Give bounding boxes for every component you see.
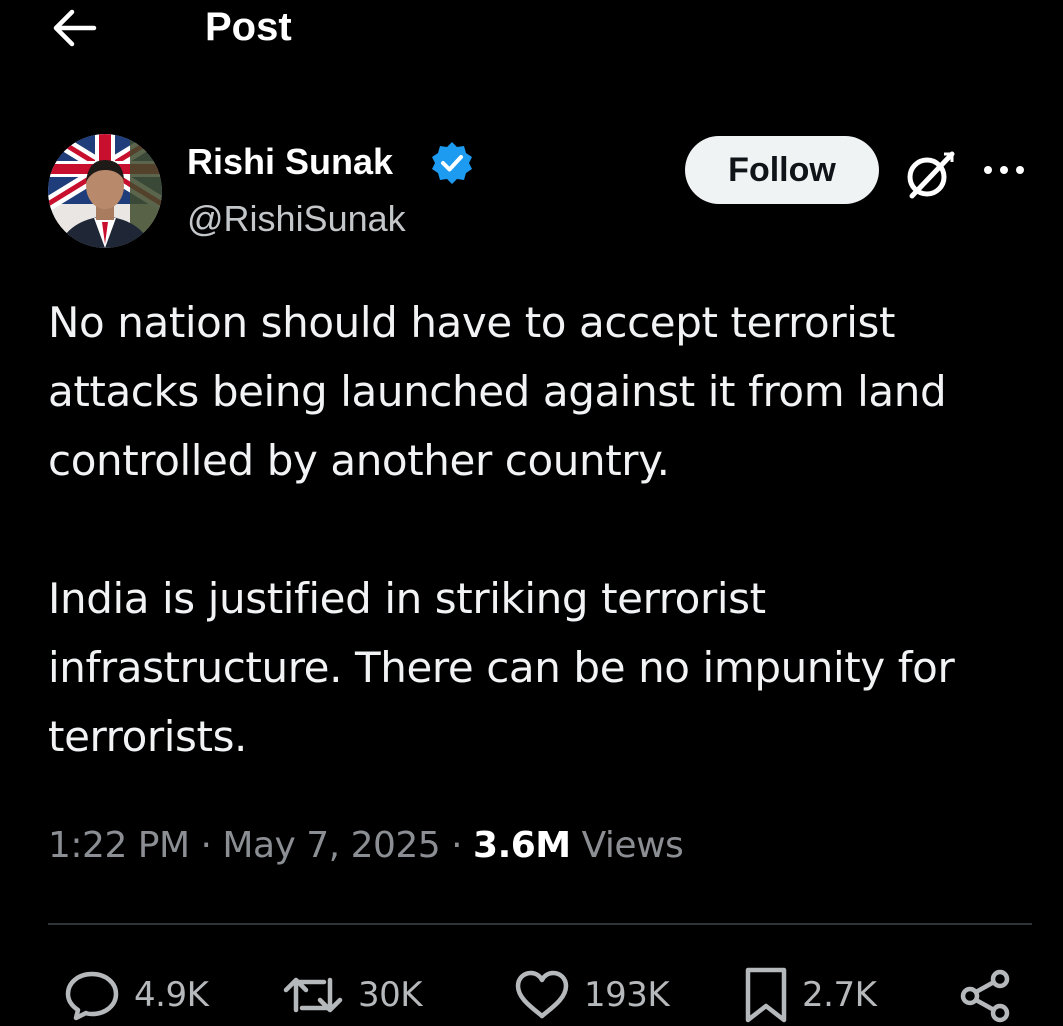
grok-button[interactable] <box>900 146 962 202</box>
repost-count: 30K <box>358 975 423 1015</box>
bookmark-count: 2.7K <box>802 975 877 1015</box>
like-count: 193K <box>584 975 670 1015</box>
author-name[interactable]: Rishi Sunak <box>187 140 393 184</box>
post-paragraph: India is justified in striking terrorist… <box>48 574 955 761</box>
arrow-left-icon <box>53 9 97 47</box>
bookmark-button[interactable]: 2.7K <box>742 964 877 1026</box>
author-handle[interactable]: @RishiSunak <box>187 197 406 241</box>
repost-icon <box>283 977 343 1013</box>
more-horizontal-icon <box>984 166 1024 174</box>
post-text: No nation should have to accept terroris… <box>48 288 1033 771</box>
post-paragraph: No nation should have to accept terroris… <box>48 298 947 485</box>
reply-count: 4.9K <box>134 975 209 1015</box>
grok-icon <box>907 151 955 199</box>
meta-separator: · <box>189 825 223 866</box>
reply-icon <box>65 971 119 1021</box>
views-count: 3.6M <box>473 825 571 866</box>
share-button[interactable] <box>956 964 1020 1026</box>
more-options-button[interactable] <box>978 150 1030 190</box>
bookmark-icon <box>745 967 787 1023</box>
follow-button[interactable]: Follow <box>685 136 879 204</box>
post-date[interactable]: May 7, 2025 <box>222 825 440 866</box>
repost-button[interactable]: 30K <box>280 964 423 1026</box>
share-icon <box>960 969 1010 1023</box>
views-label: Views <box>570 825 684 866</box>
post-time[interactable]: 1:22 PM <box>48 825 190 866</box>
verified-badge-icon <box>429 140 475 186</box>
avatar[interactable] <box>48 134 162 248</box>
reply-button[interactable]: 4.9K <box>62 964 209 1026</box>
meta-separator: · <box>440 825 474 866</box>
post-meta: 1:22 PM · May 7, 2025 · 3.6M Views <box>48 823 684 869</box>
back-button[interactable] <box>46 4 102 52</box>
heart-icon <box>515 970 569 1019</box>
divider <box>48 923 1032 925</box>
like-button[interactable]: 193K <box>512 964 670 1026</box>
page-title: Post <box>205 5 292 49</box>
